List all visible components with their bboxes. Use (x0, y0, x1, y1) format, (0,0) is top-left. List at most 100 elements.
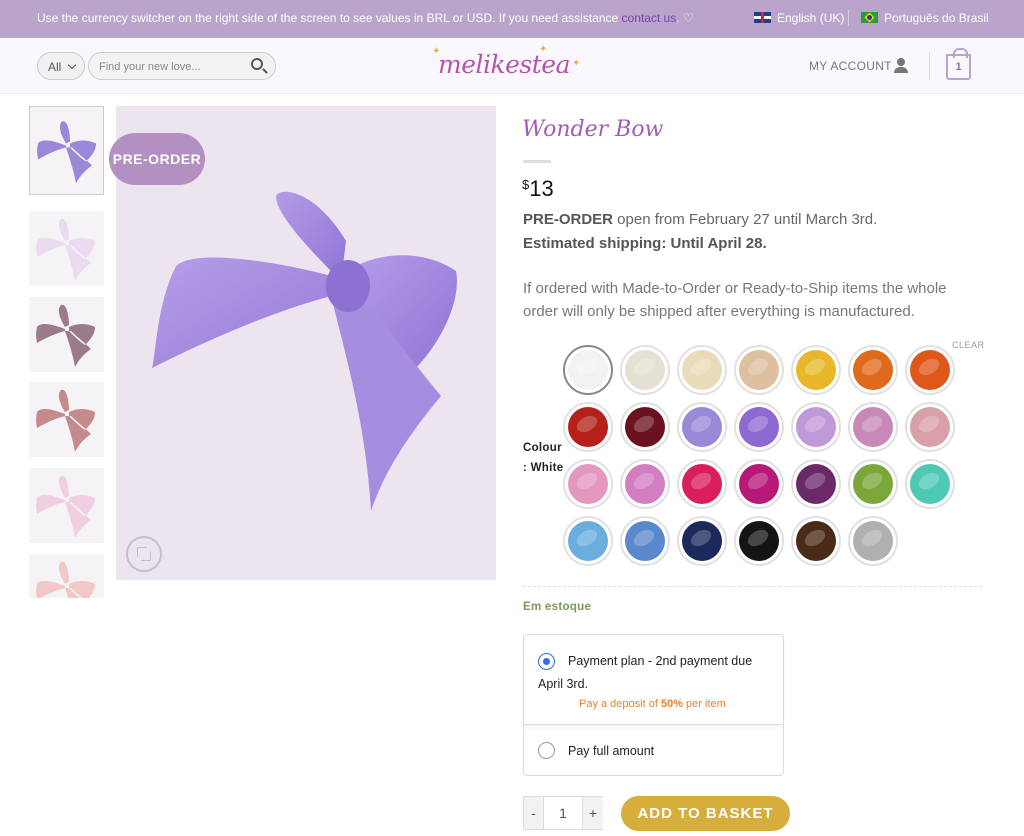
quantity-stepper: - 1 + (523, 796, 603, 830)
colour-label: Colour : White (523, 438, 563, 478)
swatch-fabric (625, 521, 665, 561)
swatch-fabric (682, 464, 722, 504)
colour-swatch[interactable] (905, 459, 955, 509)
payment-plan-option[interactable]: Payment plan - 2nd payment due April 3rd… (524, 635, 783, 725)
swatch-fabric (796, 464, 836, 504)
thumbnail-image[interactable] (29, 468, 104, 543)
preorder-badge: PRE-ORDER (109, 133, 205, 185)
payment-plan-radio[interactable] (538, 653, 555, 670)
preorder-info: PRE-ORDER open from February 27 until Ma… (523, 211, 877, 228)
thumbnail-image[interactable] (29, 554, 104, 598)
swatch-fabric (739, 407, 779, 447)
colour-swatch[interactable] (734, 402, 784, 452)
category-select[interactable]: All (37, 52, 85, 80)
my-account-link[interactable]: MY ACCOUNT (809, 59, 892, 73)
cart-button[interactable]: 1 (946, 48, 971, 80)
colour-swatch[interactable] (563, 402, 613, 452)
colour-swatch[interactable] (734, 345, 784, 395)
quantity-input[interactable]: 1 (544, 797, 582, 829)
lang-english[interactable]: English (UK) (754, 11, 844, 25)
colour-swatch[interactable] (791, 345, 841, 395)
swatch-fabric (910, 464, 950, 504)
colour-swatch[interactable] (791, 516, 841, 566)
brazil-flag-icon (861, 12, 878, 23)
lang-portuguese[interactable]: Português do Brasil (861, 11, 989, 25)
product-title: Wonder Bow (522, 117, 664, 142)
colour-swatch[interactable] (677, 516, 727, 566)
payment-plan-label-1: Payment plan - 2nd payment due (568, 654, 753, 668)
payment-options: Payment plan - 2nd payment due April 3rd… (523, 634, 784, 776)
swatch-fabric (568, 407, 608, 447)
colour-label-text: Colour (523, 442, 562, 454)
product-price: $13 (522, 176, 554, 202)
clear-selection-link[interactable]: CLEAR (952, 340, 985, 350)
lang-english-label: English (UK) (777, 11, 845, 25)
site-header: All Find your new love... melikestea ✦ ✦ ✦ … (0, 38, 1024, 94)
payment-plan-label-2: April 3rd. (538, 677, 589, 691)
search-input[interactable]: Find your new love... (88, 52, 276, 80)
colour-swatch[interactable] (848, 402, 898, 452)
sparkle-icon: ✦ (432, 46, 440, 57)
swatch-fabric (739, 521, 779, 561)
quantity-plus-button[interactable]: + (582, 797, 603, 829)
notice-suffix: . ♡ (676, 11, 694, 25)
deposit-suffix: per item (682, 698, 726, 710)
thumbnail-image[interactable] (29, 211, 104, 286)
swatch-fabric (796, 407, 836, 447)
top-notice-bar: Use the currency switcher on the right s… (0, 0, 1024, 38)
swatch-fabric (568, 521, 608, 561)
pay-full-label[interactable]: Pay full amount (568, 740, 654, 763)
colour-swatch[interactable] (791, 402, 841, 452)
swatch-fabric (796, 350, 836, 390)
thumbnail-image[interactable] (29, 297, 104, 372)
colour-swatch[interactable] (620, 459, 670, 509)
shipping-estimate: Estimated shipping: Until April 28. (523, 235, 767, 252)
thumbnail-image[interactable] (29, 382, 104, 457)
currency-notice: Use the currency switcher on the right s… (37, 11, 694, 25)
colour-swatch[interactable] (620, 345, 670, 395)
colour-swatch[interactable] (677, 345, 727, 395)
swatch-fabric (853, 464, 893, 504)
colour-swatch[interactable] (620, 402, 670, 452)
colour-swatch[interactable] (848, 516, 898, 566)
deposit-value: 50% (660, 698, 683, 710)
swatch-fabric (853, 407, 893, 447)
thumbnail-image[interactable] (29, 106, 104, 195)
swatch-fabric (568, 350, 608, 390)
swatch-fabric (625, 350, 665, 390)
section-divider (523, 586, 982, 587)
expand-icon[interactable] (126, 536, 162, 572)
preorder-dates: open from February 27 until March 3rd. (613, 211, 878, 228)
swatch-fabric (568, 464, 608, 504)
colour-swatch[interactable] (848, 459, 898, 509)
colour-swatch[interactable] (905, 345, 955, 395)
lang-divider (848, 10, 849, 26)
colour-selected-value: : White (523, 462, 564, 474)
title-divider (523, 160, 551, 163)
colour-swatch[interactable] (677, 459, 727, 509)
contact-link[interactable]: contact us (622, 11, 677, 25)
search-icon[interactable] (251, 58, 263, 70)
colour-swatch[interactable] (791, 459, 841, 509)
add-to-basket-button[interactable]: ADD TO BASKET (621, 796, 790, 831)
swatch-fabric (853, 521, 893, 561)
site-logo[interactable]: melikestea ✦ ✦ ✦ (432, 44, 580, 79)
colour-swatch[interactable] (563, 459, 613, 509)
colour-swatch[interactable] (563, 345, 613, 395)
order-note: If ordered with Made-to-Order or Ready-t… (523, 280, 947, 320)
colour-swatch[interactable] (734, 459, 784, 509)
deposit-info: Pay a deposit of 50% per item (579, 698, 726, 710)
colour-swatch[interactable] (563, 516, 613, 566)
colour-swatch[interactable] (620, 516, 670, 566)
colour-swatch[interactable] (677, 402, 727, 452)
colour-swatch[interactable] (734, 516, 784, 566)
colour-swatch[interactable] (905, 402, 955, 452)
colour-swatch[interactable] (848, 345, 898, 395)
swatch-fabric (682, 407, 722, 447)
user-icon[interactable] (894, 58, 908, 73)
pay-full-radio[interactable] (538, 742, 555, 759)
deposit-prefix: Pay a deposit of (579, 698, 661, 710)
swatch-fabric (739, 464, 779, 504)
swatch-fabric (682, 521, 722, 561)
quantity-minus-button[interactable]: - (524, 797, 544, 829)
